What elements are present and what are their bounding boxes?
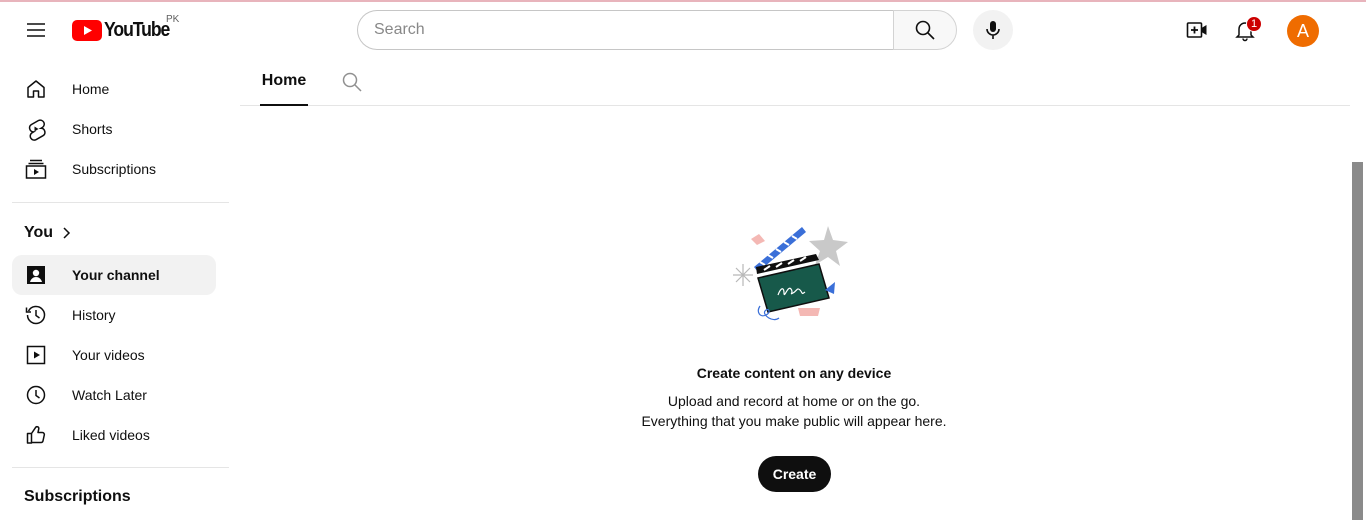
search-icon xyxy=(342,72,362,92)
clapperboard-illustration xyxy=(733,226,848,321)
search-button[interactable] xyxy=(893,10,957,50)
sidebar: Home Shorts Subscriptions You Your chann… xyxy=(0,58,240,520)
watch-later-icon xyxy=(24,383,48,407)
sidebar-divider xyxy=(12,202,229,203)
page-scrollbar[interactable] xyxy=(1350,58,1366,520)
sidebar-item-label: Liked videos xyxy=(72,427,150,443)
channel-tabs: Home xyxy=(240,58,1350,106)
microphone-icon xyxy=(986,21,1000,39)
sidebar-item-label: Shorts xyxy=(72,121,113,137)
sidebar-item-shorts[interactable]: Shorts xyxy=(12,109,216,149)
history-icon xyxy=(24,303,48,327)
channel-search-button[interactable] xyxy=(340,70,364,94)
create-video-button[interactable] xyxy=(1177,10,1217,50)
sidebar-item-label: Your channel xyxy=(72,267,160,283)
logo-wordmark: YouTube xyxy=(104,18,170,41)
search-box xyxy=(357,10,894,50)
sidebar-item-history[interactable]: History xyxy=(12,295,216,335)
guide-menu-button[interactable] xyxy=(16,10,56,50)
scrollbar-thumb[interactable] xyxy=(1352,162,1363,520)
empty-state-title: Create content on any device xyxy=(696,365,892,381)
sidebar-item-label: Watch Later xyxy=(72,387,147,403)
subscriptions-section-header: Subscriptions xyxy=(24,488,131,506)
youtube-logo[interactable]: YouTube xyxy=(72,18,178,42)
tab-home[interactable]: Home xyxy=(260,58,308,106)
chevron-right-icon xyxy=(63,227,71,239)
sidebar-item-watch-later[interactable]: Watch Later xyxy=(12,375,216,415)
sidebar-item-subscriptions[interactable]: Subscriptions xyxy=(12,149,216,189)
subscriptions-icon xyxy=(24,157,48,181)
your-channel-icon xyxy=(24,263,48,287)
search-icon xyxy=(915,20,935,40)
notifications-button[interactable]: 1 xyxy=(1225,10,1265,50)
sidebar-item-home[interactable]: Home xyxy=(12,69,216,109)
you-section-title: You xyxy=(24,224,54,241)
sidebar-item-label: Subscriptions xyxy=(72,161,157,177)
create-button[interactable]: Create xyxy=(758,456,831,492)
empty-state-description-line-1: Upload and record at home or on the go. xyxy=(667,393,921,409)
sidebar-item-label: Home xyxy=(72,81,110,97)
hamburger-menu-icon xyxy=(27,23,45,37)
youtube-play-logo-icon xyxy=(72,19,102,41)
sidebar-item-your-videos[interactable]: Your videos xyxy=(12,335,216,375)
thumbs-up-icon xyxy=(24,423,48,447)
shorts-icon xyxy=(24,117,48,141)
your-videos-icon xyxy=(24,343,48,367)
sidebar-divider xyxy=(12,467,229,468)
account-avatar[interactable]: A xyxy=(1287,15,1319,47)
video-create-icon xyxy=(1186,22,1207,38)
search-input[interactable] xyxy=(374,21,894,39)
notification-count-badge: 1 xyxy=(1246,16,1262,32)
country-code: PK xyxy=(166,14,180,25)
empty-state-description-line-2: Everything that you make public will app… xyxy=(641,413,947,429)
subscriptions-section-title: Subscriptions xyxy=(24,488,131,505)
home-icon xyxy=(24,77,48,101)
sidebar-item-label: Your videos xyxy=(72,347,145,363)
sidebar-item-your-channel[interactable]: Your channel xyxy=(12,255,216,295)
masthead: YouTube PK 1 A xyxy=(0,2,1366,58)
sidebar-item-liked-videos[interactable]: Liked videos xyxy=(12,415,216,455)
you-section-header[interactable]: You xyxy=(24,224,73,242)
sidebar-item-label: History xyxy=(72,307,116,323)
voice-search-button[interactable] xyxy=(973,10,1013,50)
